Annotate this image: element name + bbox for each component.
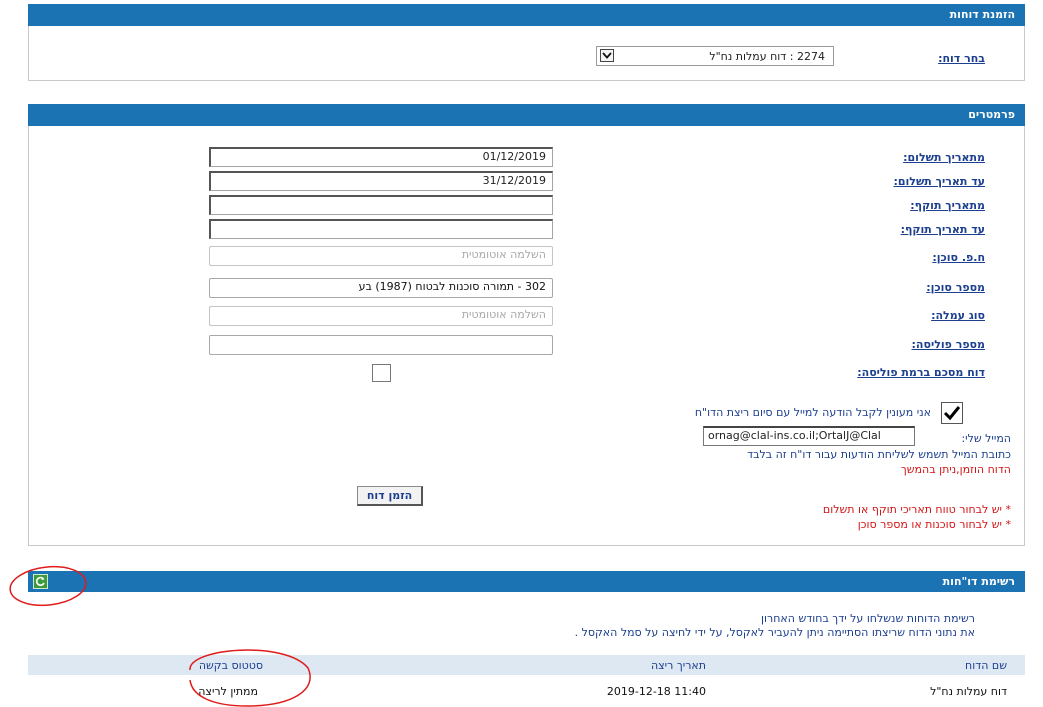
email-note: כתובת המייל תשמש לשליחת הודעות עבור דו"ח…	[747, 448, 1011, 461]
policy-number-input[interactable]	[209, 335, 553, 355]
email-label: המייל שלי:	[961, 432, 1011, 445]
col-header-status: סטטוס בקשה	[198, 659, 263, 672]
validity-from-input[interactable]	[209, 195, 553, 215]
report-order-panel	[28, 26, 1025, 81]
parameters-header: פרמטרים	[28, 104, 1025, 126]
report-select[interactable]: 2274 : דוח עמלות נח"ל	[596, 46, 834, 66]
report-select-value: 2274 : דוח עמלות נח"ל	[709, 50, 825, 63]
payment-to-input[interactable]: 31/12/2019	[209, 171, 553, 191]
field-label-summary: דוח מסכם ברמת פוליסה:	[857, 366, 985, 379]
notify-label: אני מעונין לקבל הודעה למייל עם סיום ריצת…	[694, 406, 931, 419]
reports-info-line-1: רשימת הדוחות שנשלחו על ידך בחודש האחרון	[761, 612, 975, 625]
reports-table-header	[28, 655, 1025, 675]
agent-id-input[interactable]: השלמה אוטומטית	[209, 246, 553, 266]
chevron-down-icon[interactable]	[600, 49, 614, 62]
error-message-dates: * יש לבחור טווח תאריכי תוקף או תשלום	[822, 503, 1011, 516]
row-report-name: דוח עמלות נח"ל	[930, 685, 1007, 698]
field-label-commission-type: סוג עמלה:	[931, 309, 985, 322]
field-label-payment-to: עד תאריך תשלום:	[893, 175, 985, 188]
field-label-agent-number: מספר סוכן:	[926, 281, 985, 294]
report-order-header: הזמנת דוחות	[28, 4, 1025, 26]
field-label-policy-number: מספר פוליסה:	[911, 338, 985, 351]
agent-number-input[interactable]: 302 - תמורה סוכנות לבטוח (1987) בע	[209, 278, 553, 298]
col-header-report-name: שם הדוח	[965, 659, 1007, 672]
field-label-validity-to: עד תאריך תוקף:	[900, 223, 985, 236]
field-label-agent-id: ח.פ. סוכן:	[932, 251, 985, 264]
email-input[interactable]: ornag@clal-ins.co.il;OrtalJ@Clal	[703, 426, 915, 446]
summary-checkbox[interactable]	[372, 364, 391, 382]
field-label-payment-from: מתאריך תשלום:	[903, 151, 985, 164]
payment-from-input[interactable]: 01/12/2019	[209, 147, 553, 167]
commission-type-input[interactable]: השלמה אוטומטית	[209, 306, 553, 326]
checkmark-icon	[943, 406, 961, 421]
order-report-button[interactable]: הזמן דוח	[357, 486, 423, 506]
col-header-run-date: תאריך ריצה	[650, 659, 706, 672]
row-status: ממתין לריצה	[198, 685, 258, 698]
field-label-validity-from: מתאריך תוקף:	[910, 199, 985, 212]
refresh-icon[interactable]	[33, 574, 48, 589]
error-message-agent: * יש לבחור סוכנות או מספר סוכן	[857, 518, 1011, 531]
row-run-date: 11:40 2019-12-18	[606, 685, 706, 698]
reports-list-header: רשימת דו"חות	[28, 571, 1025, 592]
reports-info-line-2: את נתוני הדוח שריצתו הסתיימה ניתן להעביר…	[574, 626, 975, 639]
notify-checkbox[interactable]	[941, 402, 963, 424]
ordered-message: הדוח הוזמן,ניתן בהמשך	[900, 463, 1011, 476]
validity-to-input[interactable]	[209, 219, 553, 239]
report-select-label: בחר דוח:	[938, 52, 985, 65]
